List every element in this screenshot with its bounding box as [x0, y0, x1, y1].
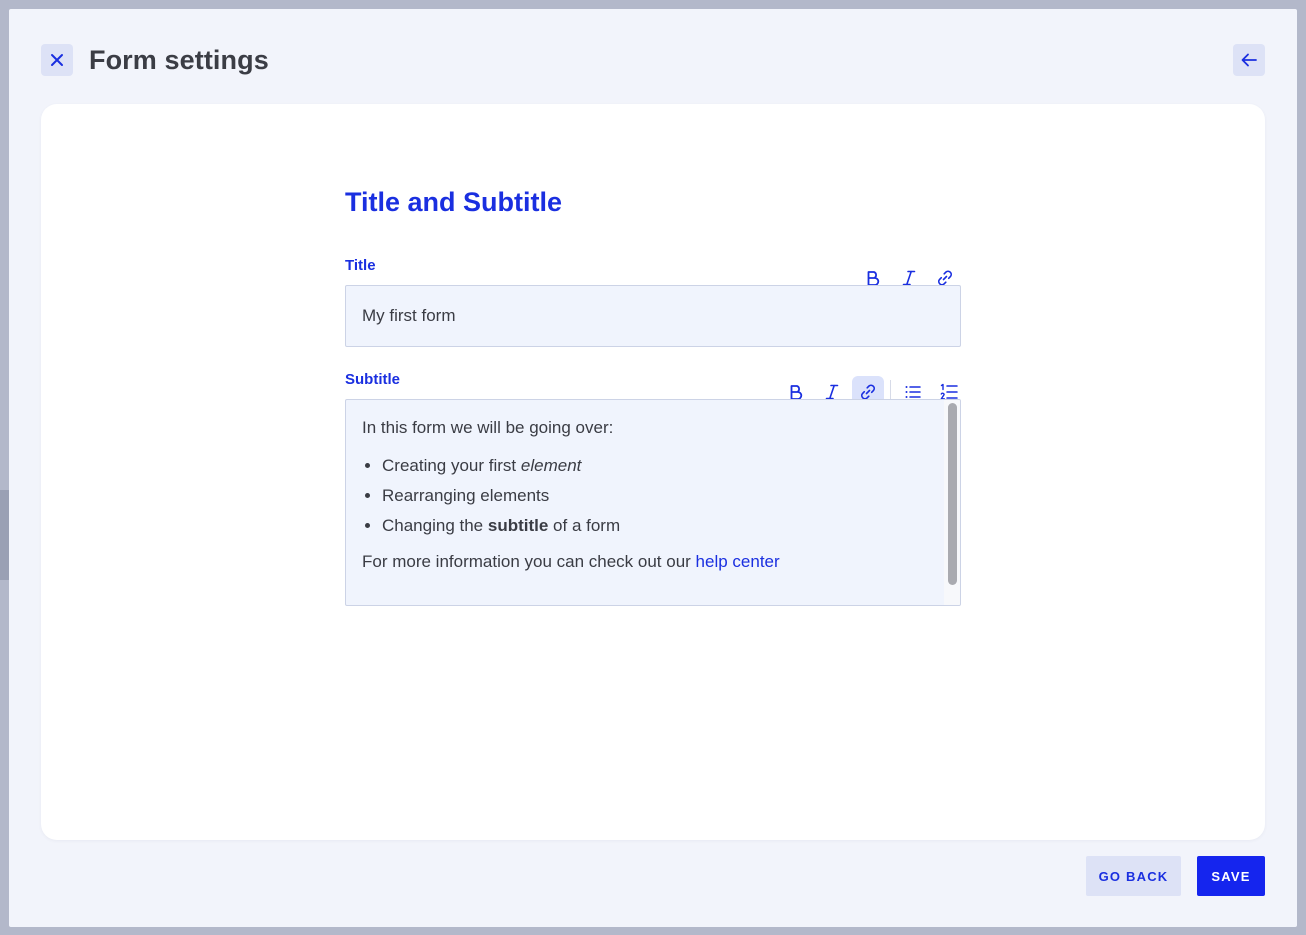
help-center-link[interactable]: help center [696, 552, 780, 571]
subtitle-editor-content[interactable]: In this form we will be going over: Crea… [346, 400, 960, 574]
italic-icon [825, 384, 839, 400]
italic-icon [902, 270, 916, 286]
go-back-button[interactable]: GO BACK [1086, 856, 1181, 896]
close-icon [51, 54, 63, 66]
subtitle-list: Creating your first element Rearranging … [382, 454, 940, 538]
scrollbar-thumb[interactable] [948, 403, 957, 585]
section-heading: Title and Subtitle [345, 187, 563, 217]
page-backdrop [0, 490, 9, 580]
close-button[interactable] [41, 44, 73, 76]
back-arrow-button[interactable] [1233, 44, 1265, 76]
title-input-value: My first form [362, 306, 456, 325]
bold-icon [867, 271, 880, 286]
modal-title: Form settings [89, 45, 269, 75]
list-item: Changing the subtitle of a form [382, 514, 940, 538]
form-settings-modal: Form settings Title and Subtitle Title M… [9, 9, 1297, 927]
title-label: Title [345, 257, 376, 274]
bulleted-list-icon [905, 386, 921, 398]
list-item: Creating your first element [382, 454, 940, 478]
subtitle-scrollbar[interactable] [944, 400, 960, 605]
title-input[interactable]: My first form [345, 285, 961, 347]
subtitle-editor[interactable]: In this form we will be going over: Crea… [345, 399, 961, 606]
subtitle-outro: For more information you can check out o… [362, 552, 780, 571]
subtitle-label: Subtitle [345, 371, 400, 388]
settings-card: Title and Subtitle Title My first form S… [41, 104, 1265, 840]
arrow-left-icon [1241, 53, 1257, 67]
bold-icon [790, 385, 803, 400]
subtitle-intro: In this form we will be going over: [362, 418, 614, 437]
save-button[interactable]: SAVE [1197, 856, 1265, 896]
list-item: Rearranging elements [382, 484, 940, 508]
